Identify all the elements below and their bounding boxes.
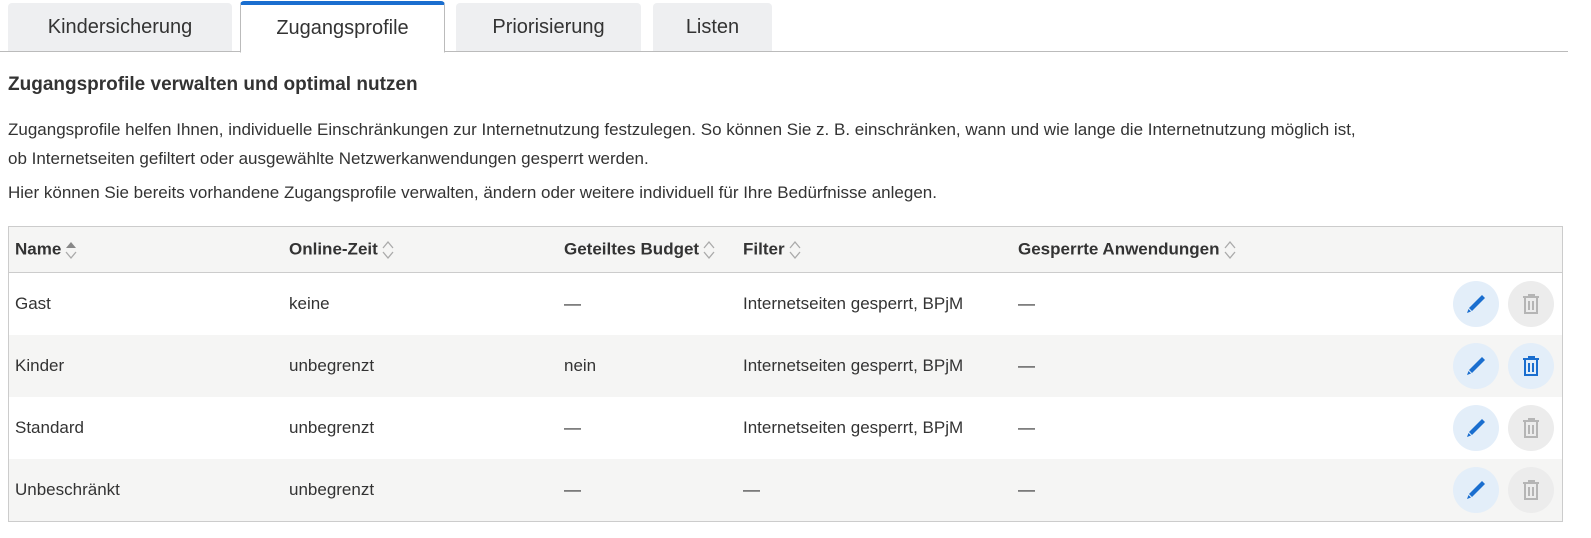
col-name[interactable]: Name xyxy=(8,226,283,273)
sort-icon xyxy=(382,240,394,259)
col-online-zeit[interactable]: Online-Zeit xyxy=(283,226,558,273)
cell-filter: Internetseiten gesperrt, BPjM xyxy=(743,294,964,313)
pencil-icon xyxy=(1467,481,1485,499)
col-label: Filter xyxy=(743,238,785,258)
cell-filter: Internetseiten gesperrt, BPjM xyxy=(743,418,964,437)
intro-text-3: Hier können Sie bereits vorhandene Zugan… xyxy=(8,183,937,202)
pencil-icon xyxy=(1467,419,1485,437)
cell-filter: Internetseiten gesperrt, BPjM xyxy=(737,335,1012,397)
table-row: Unbeschränkt unbegrenzt — — — xyxy=(8,459,1563,522)
sort-asc-icon xyxy=(65,241,77,259)
profiles-table: Name Online-Zeit Geteiltes Budget Filter… xyxy=(8,226,1563,522)
tab-priorisierung[interactable]: Priorisierung xyxy=(456,3,641,51)
table-row: Standard unbegrenzt — Internetseiten gesper… xyxy=(9,397,1563,459)
tab-zugangsprofile[interactable]: Zugangsprofile xyxy=(240,1,445,53)
col-actions xyxy=(1366,226,1563,273)
cell-apps: — xyxy=(1012,335,1367,397)
sort-icon xyxy=(1224,240,1236,259)
trash-icon xyxy=(1523,356,1539,376)
cell-filter: — xyxy=(737,459,1012,522)
col-label: Gesperrte Anwendungen xyxy=(1018,238,1220,258)
cell-budget: — xyxy=(558,459,737,522)
delete-button xyxy=(1508,281,1554,327)
cell-apps: — xyxy=(1018,294,1035,313)
page-title: Zugangsprofile verwalten und optimal nut… xyxy=(8,74,418,95)
cell-budget: nein xyxy=(558,335,737,397)
trash-icon xyxy=(1523,480,1539,500)
sort-icon xyxy=(703,240,715,259)
col-apps[interactable]: Gesperrte Anwendungen xyxy=(1012,226,1367,273)
intro-text-2: ob Internetseiten gefiltert oder ausgewä… xyxy=(8,149,649,168)
cell-online: unbegrenzt xyxy=(283,459,558,522)
sort-icon xyxy=(789,240,801,259)
edit-button[interactable] xyxy=(1453,467,1499,513)
delete-button xyxy=(1508,405,1554,451)
cell-apps: — xyxy=(1018,418,1035,437)
row-actions xyxy=(1366,335,1563,397)
cell-online: unbegrenzt xyxy=(289,418,375,437)
pencil-icon xyxy=(1467,295,1485,313)
tab-bar: Kindersicherung Zugangsprofile Priorisie… xyxy=(0,0,1568,53)
table-row: Kinder unbegrenzt nein Internetseiten gespe… xyxy=(8,335,1563,397)
cell-apps: — xyxy=(1012,459,1367,522)
cell-name: Standard xyxy=(15,418,84,437)
edit-button[interactable] xyxy=(1453,281,1499,327)
col-label: Geteiltes Budget xyxy=(564,238,700,258)
trash-icon xyxy=(1523,418,1539,438)
row-actions xyxy=(1366,397,1562,459)
pencil-icon xyxy=(1467,357,1485,375)
cell-online: keine xyxy=(289,294,330,313)
table-row: Gast keine — Internetseiten gesperrt, BPjM — xyxy=(9,273,1563,336)
tab-kindersicherung[interactable]: Kindersicherung xyxy=(8,3,232,51)
row-actions xyxy=(1366,273,1562,336)
table-header: Name Online-Zeit Geteiltes Budget Filter… xyxy=(8,226,1563,273)
cell-online: unbegrenzt xyxy=(283,335,558,397)
edit-button[interactable] xyxy=(1453,405,1499,451)
col-label: Name xyxy=(15,238,62,258)
intro-text: Zugangsprofile helfen Ihnen, individuell… xyxy=(8,120,1356,139)
col-budget[interactable]: Geteiltes Budget xyxy=(558,226,737,273)
cell-name: Gast xyxy=(15,294,51,313)
edit-button[interactable] xyxy=(1453,343,1499,389)
col-filter[interactable]: Filter xyxy=(737,226,1012,273)
delete-button[interactable] xyxy=(1508,343,1554,389)
col-label: Online-Zeit xyxy=(289,238,378,258)
trash-icon xyxy=(1523,294,1539,314)
cell-name: Kinder xyxy=(8,335,283,397)
cell-budget: — xyxy=(564,294,581,313)
cell-budget: — xyxy=(564,418,581,437)
row-actions xyxy=(1366,459,1563,522)
cell-name: Unbeschränkt xyxy=(8,459,283,522)
delete-button xyxy=(1508,467,1554,513)
tab-listen[interactable]: Listen xyxy=(653,3,772,51)
